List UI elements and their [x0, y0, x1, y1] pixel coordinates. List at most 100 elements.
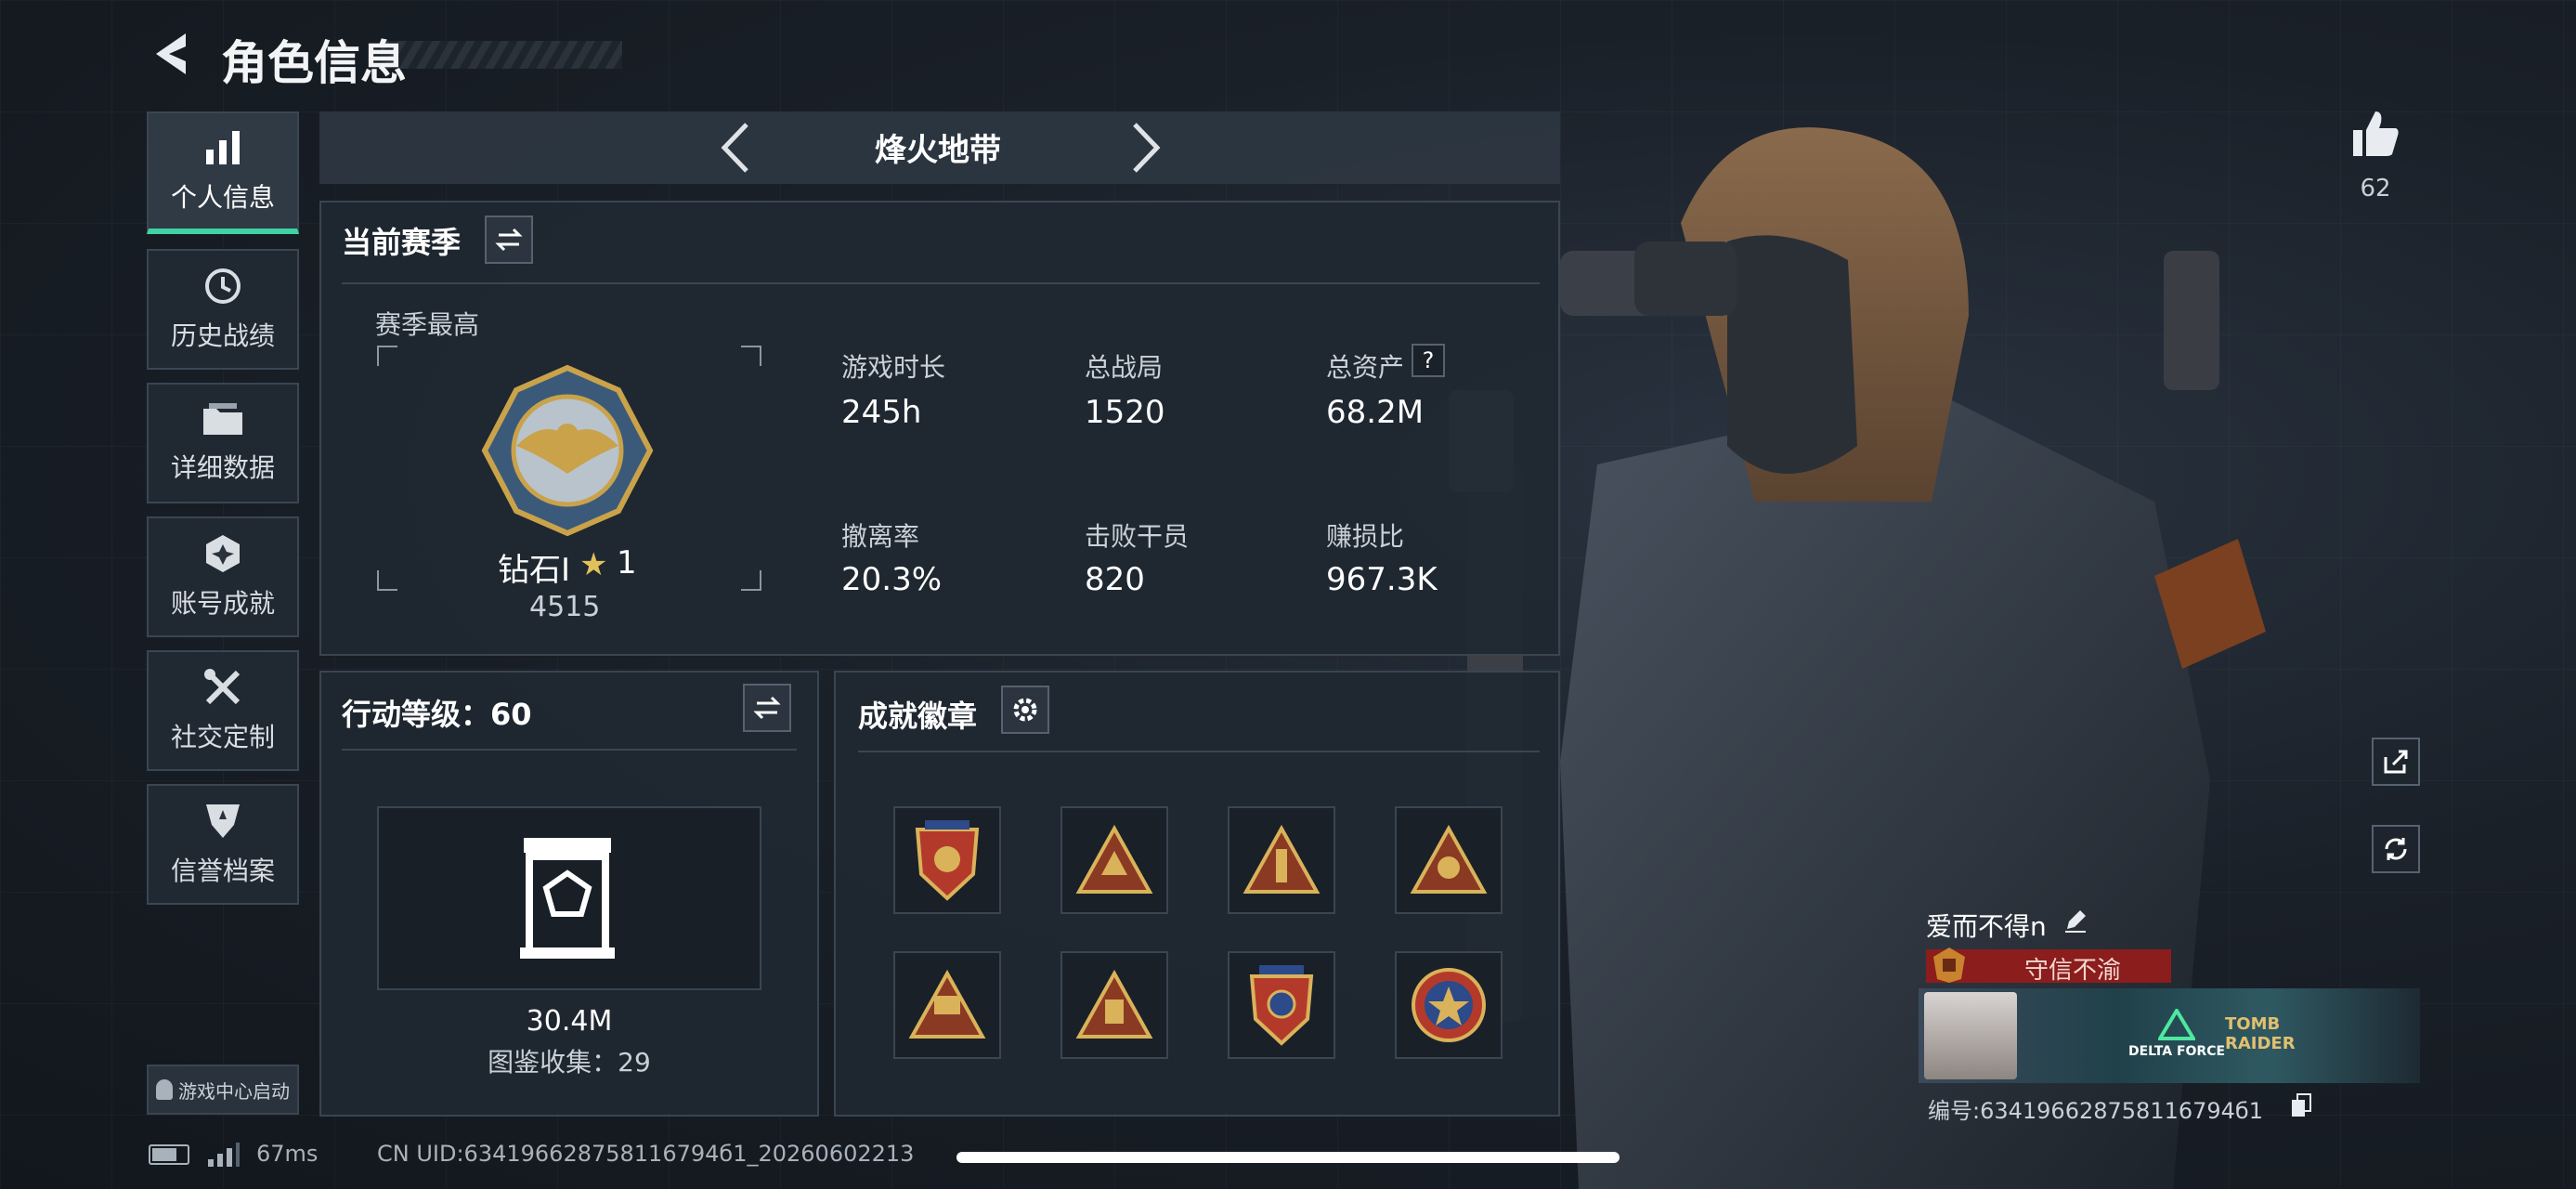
title-emblem-icon	[1933, 947, 1965, 983]
copy-icon	[2292, 1093, 2311, 1117]
nav-label: 个人信息	[170, 182, 275, 213]
shield-icon	[206, 804, 240, 838]
player-name: 爱而不得n	[1926, 911, 2047, 942]
like-count: 62	[2360, 175, 2391, 203]
edit-name-button[interactable]	[2062, 907, 2089, 934]
triangle-badge-icon	[1410, 825, 1488, 894]
next-mode-button[interactable]	[1124, 119, 1166, 176]
folder-icon	[203, 403, 242, 435]
frame-corner	[741, 346, 761, 366]
banner-text-delta: DELTA FORCE	[2128, 1044, 2226, 1059]
back-arrow-icon	[156, 33, 186, 74]
battery-icon	[149, 1144, 189, 1165]
nav-credit-record[interactable]: 信誉档案	[147, 784, 299, 905]
like-button[interactable]	[2348, 106, 2403, 162]
page-title: 角色信息	[221, 36, 407, 90]
frame-corner	[377, 570, 397, 591]
banner-text-tomb: TOMB RAIDER	[2225, 1014, 2296, 1053]
badges-title: 成就徽章	[858, 699, 978, 734]
copy-id-button[interactable]	[2290, 1092, 2312, 1118]
stat-label: 总战局	[1085, 352, 1164, 383]
refresh-button[interactable]	[2372, 825, 2420, 873]
nav-label: 历史战绩	[170, 320, 275, 351]
nav-social-custom[interactable]: 社交定制	[147, 650, 299, 771]
share-icon	[2384, 750, 2408, 774]
refresh-icon	[2385, 838, 2407, 860]
shield-badge-icon	[915, 820, 980, 901]
clock-icon	[205, 268, 241, 304]
nav-history[interactable]: 历史战绩	[147, 249, 299, 370]
season-switch-button[interactable]	[485, 216, 533, 264]
nav-label: 详细数据	[170, 452, 275, 483]
avatar	[1924, 992, 2017, 1079]
triangle-badge-icon	[1242, 825, 1321, 894]
help-icon[interactable]: ?	[1412, 344, 1445, 377]
nav-personal-info[interactable]: 个人信息	[147, 111, 299, 234]
badge-slot[interactable]	[1228, 951, 1335, 1059]
badge-slot[interactable]	[1395, 806, 1503, 914]
shield-badge-icon	[1249, 965, 1314, 1046]
share-button[interactable]	[2372, 738, 2420, 786]
collection-value: 30.4M	[526, 1005, 613, 1038]
tools-icon	[204, 669, 241, 705]
nav-achievements[interactable]: 账号成就	[147, 516, 299, 637]
rank-stars: 1	[617, 544, 637, 581]
stat-value: 967.3K	[1326, 561, 1438, 598]
level-title: 行动等级：60	[342, 697, 532, 732]
stat-label: 游戏时长	[841, 352, 946, 383]
stat-value: 68.2M	[1326, 394, 1425, 431]
rank-score: 4515	[529, 591, 601, 623]
triangle-badge-icon	[1075, 970, 1153, 1039]
thumbs-up-icon	[2353, 111, 2399, 156]
frame-corner	[741, 570, 761, 591]
triangle-badge-icon	[908, 970, 986, 1039]
profile-banner[interactable]: DELTA FORCE TOMB RAIDER	[1919, 988, 2420, 1083]
home-indicator[interactable]	[956, 1152, 1620, 1163]
stat-value: 245h	[841, 394, 922, 431]
game-center-label: 游戏中心启动	[178, 1079, 290, 1103]
ping-text: 67ms	[256, 1141, 319, 1167]
divider	[342, 749, 797, 751]
stat-label: 赚损比	[1326, 521, 1405, 552]
user-icon	[156, 1079, 173, 1100]
badge-slot[interactable]	[1060, 951, 1168, 1059]
swap-icon	[495, 228, 523, 252]
level-switch-button[interactable]	[743, 684, 791, 732]
nav-label: 信誉档案	[170, 856, 275, 886]
gear-icon	[1013, 698, 1037, 722]
nav-detail-data[interactable]: 详细数据	[147, 383, 299, 503]
bar-chart-icon	[206, 131, 240, 164]
swap-icon	[753, 696, 781, 720]
achievement-icon	[206, 535, 240, 572]
star-badge-icon	[1412, 968, 1486, 1042]
season-title: 当前赛季	[342, 225, 462, 260]
back-button[interactable]	[149, 28, 195, 80]
stat-label: 击败干员	[1085, 521, 1190, 552]
badge-slot[interactable]	[1060, 806, 1168, 914]
mode-title: 烽火地带	[875, 132, 1001, 169]
rank-name: 钻石I	[498, 552, 571, 589]
badge-slot[interactable]	[893, 951, 1001, 1059]
rank-emblem	[481, 364, 654, 537]
stat-label: 撤离率	[841, 521, 920, 552]
badge-slot[interactable]	[1395, 951, 1503, 1059]
stat-label: 总资产	[1326, 352, 1405, 383]
stat-value: 20.3%	[841, 561, 943, 598]
stat-value: 820	[1085, 561, 1145, 598]
chevron-left-icon	[721, 123, 748, 173]
badge-slot[interactable]	[893, 806, 1001, 914]
prev-mode-button[interactable]	[715, 119, 758, 176]
badges-settings-button[interactable]	[1001, 686, 1049, 734]
delta-force-logo-icon	[2158, 1009, 2195, 1040]
season-best-label: 赛季最高	[375, 309, 480, 340]
stat-value: 1520	[1085, 394, 1165, 431]
collection-icon	[520, 838, 615, 959]
header-decoration	[381, 41, 622, 69]
badge-slot[interactable]	[1228, 806, 1335, 914]
nav-label: 账号成就	[170, 588, 275, 619]
divider	[858, 751, 1540, 752]
chevron-right-icon	[1133, 123, 1161, 173]
game-center-button[interactable]: 游戏中心启动	[147, 1065, 299, 1115]
star-icon: ★	[579, 546, 608, 583]
signal-icon	[208, 1143, 240, 1167]
